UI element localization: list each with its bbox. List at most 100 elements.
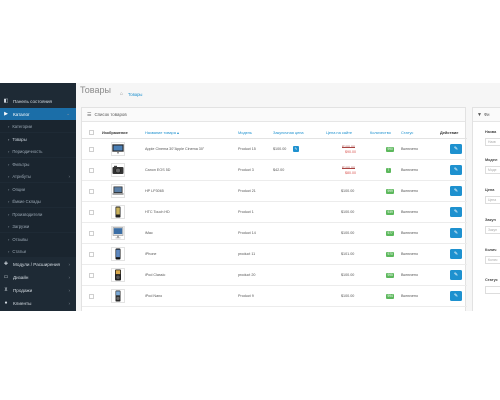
filter-model-input[interactable]: Моде [485, 166, 500, 174]
product-model: Product 9 [238, 294, 254, 298]
product-model: Product 1 [238, 210, 254, 214]
sidebar-item-catalog[interactable]: ▶ Каталог ⌄ [0, 108, 76, 120]
sidebar-item-sales[interactable]: ⊻ Продажи › [0, 284, 76, 296]
home-icon[interactable]: ⌂ [120, 91, 123, 97]
column-purchase-price[interactable]: Закупочная цена [273, 130, 304, 135]
table-row: HP LP3065 Product 21 $100.00 999 Включено ✎ [82, 181, 467, 202]
screenshot-area: ◧ Панель состояния ▶ Каталог ⌄ › Категори… [0, 83, 500, 311]
quantity-badge: 990 [386, 147, 395, 152]
product-name: iPod Classic [145, 273, 166, 277]
edit-button[interactable]: ✎ [450, 186, 462, 196]
quantity-badge: 994 [386, 294, 395, 299]
row-checkbox[interactable] [89, 231, 94, 236]
select-all-checkbox[interactable] [89, 130, 94, 135]
sidebar-item-attributes[interactable]: › Атрибуты › [0, 170, 76, 182]
row-checkbox[interactable] [89, 210, 94, 215]
row-checkbox[interactable] [89, 273, 94, 278]
site-price: $100.00 [341, 231, 355, 235]
sidebar-item-warehouses[interactable]: › Ёмкие Склады [0, 195, 76, 207]
purchase-edit-icon[interactable]: ✎ [293, 146, 299, 152]
edit-button[interactable]: ✎ [450, 270, 462, 280]
site-price: $100.00 [341, 273, 355, 277]
sidebar-item-label: Статьи [12, 248, 26, 254]
filter-status-select[interactable] [485, 286, 500, 294]
edit-button[interactable]: ✎ [450, 207, 462, 217]
row-checkbox[interactable] [89, 147, 94, 152]
product-name: HP LP3065 [145, 189, 164, 193]
sidebar-item-categories[interactable]: › Категории [0, 120, 76, 132]
status-text: Включено [401, 231, 419, 235]
sidebar-item-design[interactable]: ▭ Дизайн › [0, 271, 76, 283]
sidebar-item-label: Опции [12, 186, 25, 192]
sidebar-item-manufacturers[interactable]: › Производители [0, 208, 76, 220]
product-thumbnail [111, 226, 125, 240]
status-text: Включено [401, 252, 419, 256]
status-text: Включено [401, 147, 419, 151]
site-price-old: $100.00 [342, 145, 355, 149]
column-site-price[interactable]: Цена на сайте [326, 130, 352, 135]
quantity-badge: 999 [386, 189, 395, 194]
edit-button[interactable]: ✎ [450, 249, 462, 259]
product-thumbnail [111, 205, 125, 219]
table-row: HTC Touch HD Product 1 $100.00 939 Включено ✎ [82, 202, 467, 223]
page: ◧ Панель состояния ▶ Каталог ⌄ › Категори… [0, 0, 500, 400]
sidebar-item-articles[interactable]: › Статьи [0, 245, 76, 257]
sidebar-item-label: Модули / Расширения [13, 261, 60, 267]
status-text: Включено [401, 210, 419, 214]
product-model: product 20 [238, 273, 256, 277]
column-name[interactable]: Название товара ▴ [145, 130, 179, 135]
filter-label-name: Назва [485, 130, 497, 134]
sidebar-item-label: Клиенты [13, 300, 32, 306]
filter-label-purchase: Закуп [485, 218, 496, 222]
product-model: Product 21 [238, 189, 256, 193]
filter-label-price: Цена [485, 188, 495, 192]
filter-label-quantity: Колич [485, 248, 497, 252]
table-row: Apple Cinema 30"Apple Cinema 30" Product … [82, 139, 467, 160]
filter-label-status: Статус [485, 278, 498, 282]
sidebar-item-options[interactable]: › Опции [0, 183, 76, 195]
column-status[interactable]: Статус [401, 130, 413, 135]
product-model: Product 3 [238, 168, 254, 172]
sidebar-item-reviews[interactable]: › Отзывы [0, 233, 76, 245]
chevron-down-icon: ⌄ [66, 111, 70, 116]
product-name: iPhone [145, 252, 157, 256]
breadcrumb-link[interactable]: Товары [128, 92, 142, 97]
edit-button[interactable]: ✎ [450, 144, 462, 154]
site-price: $100.00 [341, 189, 355, 193]
sidebar-item-recurring[interactable]: › Периодичность [0, 145, 76, 157]
product-thumbnail [111, 268, 125, 282]
row-checkbox[interactable] [89, 252, 94, 257]
sidebar-item-label: Периодичность [12, 148, 43, 154]
chevron-right-icon: › [68, 261, 71, 267]
row-checkbox[interactable] [89, 189, 94, 194]
filter-price-input[interactable]: Цена [485, 196, 500, 204]
sidebar-item-label: Загрузки [12, 223, 30, 229]
product-model: Product 14 [238, 231, 256, 235]
edit-button[interactable]: ✎ [450, 165, 462, 175]
filter-purchase-input[interactable]: Закуп [485, 226, 500, 234]
row-checkbox[interactable] [89, 168, 94, 173]
filter-name-input[interactable]: Назв [485, 138, 500, 146]
breadcrumb: ⌂ Товары [120, 91, 142, 97]
edit-button[interactable]: ✎ [450, 291, 462, 301]
product-name: HTC Touch HD [145, 210, 170, 214]
panel-heading: ☰ Список товаров [82, 108, 465, 122]
edit-button[interactable]: ✎ [450, 228, 462, 238]
sidebar-item-label: Ёмкие Склады [12, 198, 41, 204]
status-text: Включено [401, 189, 419, 193]
product-list-panel: ☰ Список товаров Изображение Название то… [81, 107, 467, 311]
filter-quantity-input[interactable]: Колич [485, 256, 500, 264]
sidebar-item-downloads[interactable]: › Загрузки [0, 220, 76, 232]
sidebar-item-filters[interactable]: › Фильтры [0, 158, 76, 170]
filter-panel: ▼ Фи Назва Назв Модел Моде Цена Цена Зак… [472, 107, 500, 311]
sidebar-item-products[interactable]: › Товары [0, 133, 76, 145]
product-name: iPod Nano [145, 294, 163, 298]
column-model[interactable]: Модель [238, 130, 252, 135]
sidebar-item-extensions[interactable]: ✚ Модули / Расширения › [0, 258, 76, 270]
column-quantity[interactable]: Количество [370, 130, 391, 135]
sidebar-item-customers[interactable]: ● Клиенты › [0, 297, 76, 309]
sidebar-item-label: Фильтры [12, 161, 30, 167]
purchase-price: $100.00 [273, 147, 287, 151]
sidebar-item-dashboard[interactable]: ◧ Панель состояния [0, 95, 76, 107]
row-checkbox[interactable] [89, 294, 94, 299]
